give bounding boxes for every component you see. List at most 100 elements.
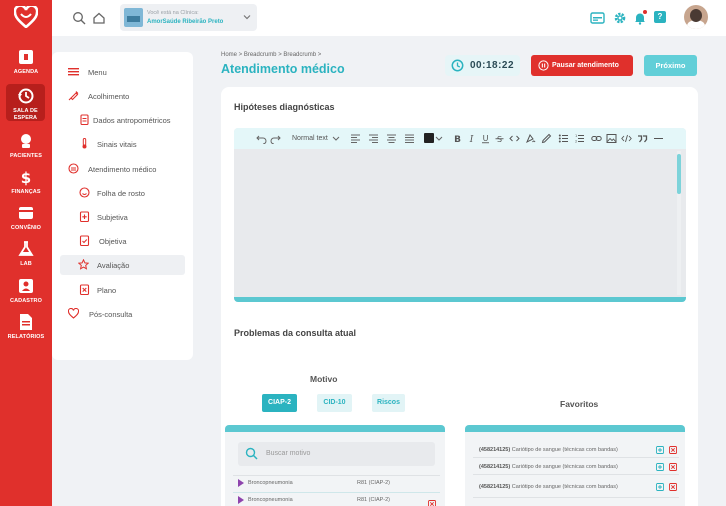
image-icon[interactable] (606, 133, 617, 144)
pause-icon (538, 60, 549, 71)
italic-icon[interactable]: I (466, 133, 477, 144)
editor-scroll-thumb[interactable] (677, 154, 681, 194)
align-right-icon[interactable] (368, 133, 379, 144)
list-item[interactable]: (458214125) Cariótipo de sangue (técnica… (473, 441, 679, 458)
sidemenu-item-label: Acolhimento (88, 92, 130, 101)
tab-cid-10[interactable]: CID-10 (317, 394, 352, 412)
timer-value: 00:18:22 (470, 60, 515, 71)
undo-icon[interactable] (256, 133, 267, 144)
pause-attendance-button[interactable]: Pausar atendimento (531, 55, 633, 76)
sidemenu-item-acolhimento[interactable]: Acolhimento (52, 86, 193, 106)
align-left-icon[interactable] (350, 133, 361, 144)
tab-ciap-2[interactable]: CIAP-2 (262, 394, 297, 412)
rich-text-editor[interactable]: Normal text B I U S 12 (234, 128, 686, 302)
gear-icon[interactable] (613, 11, 627, 25)
align-center-icon[interactable] (386, 133, 397, 144)
list-item[interactable]: Broncopneumonia R81 (CIAP-2) (233, 492, 440, 506)
favorite-name: Cariótipo de sangue (técnicas com bandas… (511, 484, 618, 490)
pen-icon[interactable] (541, 133, 552, 144)
help-button[interactable]: ? (654, 11, 666, 23)
next-button[interactable]: Próximo (644, 55, 697, 76)
quote-icon[interactable] (637, 133, 648, 144)
chevron-down-icon (332, 136, 340, 141)
list-item[interactable]: Broncopneumonia R81 (CIAP-2) (233, 475, 440, 492)
sidemenu-item-menu[interactable]: Menu (52, 62, 193, 82)
sidemenu-item-objetiva[interactable]: Objetiva (52, 231, 193, 251)
motivo-label: Motivo (310, 374, 338, 384)
thermometer-icon (82, 138, 87, 149)
highlight-icon[interactable] (525, 133, 536, 144)
rail-item-label: FINANÇAS (11, 189, 41, 195)
svg-text:S: S (497, 135, 502, 144)
avatar[interactable] (684, 5, 708, 29)
bold-icon[interactable]: B (452, 133, 463, 144)
clipboard-check-icon (79, 235, 90, 246)
favorites-label: Favoritos (560, 399, 599, 409)
remove-icon[interactable] (428, 500, 436, 506)
side-menu: Menu Acolhimento Dados antropométricos S… (52, 52, 193, 360)
numbered-list-icon[interactable]: 12 (574, 133, 585, 144)
card-id-icon[interactable] (590, 11, 605, 25)
underline-icon[interactable]: U (480, 133, 491, 144)
rail-item-pacientes[interactable]: PACIENTES (0, 132, 52, 160)
rail-item-label: AGENDA (13, 69, 39, 75)
motivo-code: R81 (CIAP-2) (357, 480, 391, 486)
home-icon[interactable] (92, 11, 106, 25)
search-motivo-field[interactable]: Buscar motivo (238, 442, 435, 466)
rail-item-relatorios[interactable]: RELATÓRIOS (0, 313, 52, 341)
chevron-down-icon (243, 15, 251, 20)
remove-icon[interactable] (669, 463, 677, 471)
favorite-text: (458214125) Cariótipo de sangue (técnica… (479, 447, 618, 453)
person-card-icon (19, 279, 33, 293)
motivo-code: R81 (CIAP-2) (357, 497, 391, 503)
sidemenu-item-dados-antropometricos[interactable]: Dados antropométricos (52, 110, 193, 130)
heart-logo[interactable] (14, 6, 38, 28)
text-color-swatch[interactable] (424, 133, 434, 143)
tab-riscos[interactable]: Riscos (372, 394, 405, 412)
list-item[interactable]: (458214125) Cariótipo de sangue (técnica… (473, 478, 679, 498)
sidemenu-item-label: Objetiva (99, 237, 127, 246)
rail-item-label: CONVÊNIO (10, 225, 42, 231)
rail-item-lab[interactable]: LAB (0, 240, 52, 268)
rail-item-agenda[interactable]: AGENDA (0, 48, 52, 76)
sidemenu-item-label: Pós-consulta (89, 310, 133, 319)
flask-icon (18, 241, 34, 256)
search-icon[interactable] (72, 11, 86, 25)
sidemenu-item-sinais-vitais[interactable]: Sinais vitais (52, 134, 193, 154)
code-icon[interactable] (509, 133, 520, 144)
align-justify-icon[interactable] (404, 133, 415, 144)
rail-item-convenio[interactable]: CONVÊNIO (0, 204, 52, 232)
motivo-panel: Buscar motivo Broncopneumonia R81 (CIAP-… (225, 425, 445, 506)
sidemenu-item-plano[interactable]: Plano (52, 280, 193, 300)
search-placeholder: Buscar motivo (266, 450, 311, 457)
add-icon[interactable] (656, 483, 664, 491)
text-style-select[interactable]: Normal text (292, 135, 328, 142)
sidemenu-item-subjetiva[interactable]: Subjetiva (52, 207, 193, 227)
rail-item-financas[interactable]: $ FINANÇAS (0, 168, 52, 196)
breadcrumb[interactable]: Home > Breadcrumb > Breadcrumb > (221, 52, 321, 58)
clinic-selector[interactable]: Você está na Clínica: AmorSaúde Ribeirão… (120, 4, 257, 31)
rail-item-cadastro[interactable]: CADASTRO (0, 277, 52, 305)
bullet-list-icon[interactable] (558, 133, 569, 144)
hypotheses-title: Hipóteses diagnósticas (234, 102, 335, 112)
motivo-name: Broncopneumonia (248, 480, 293, 486)
link-icon[interactable] (591, 133, 602, 144)
list-item[interactable]: (458214125) Cariótipo de sangue (técnica… (473, 458, 679, 475)
dollar-icon: $ (21, 169, 31, 186)
code-block-icon[interactable] (621, 133, 632, 144)
remove-icon[interactable] (669, 483, 677, 491)
sidemenu-item-label: Sinais vitais (97, 140, 137, 149)
add-icon[interactable] (656, 463, 664, 471)
sidemenu-item-pos-consulta[interactable]: Pós-consulta (52, 304, 193, 324)
sidemenu-item-avaliacao[interactable]: Avaliação (60, 255, 185, 275)
remove-icon[interactable] (669, 446, 677, 454)
strikethrough-icon[interactable]: S (494, 133, 505, 144)
clinic-thumbnail (124, 8, 143, 27)
rail-item-sala-de-espera[interactable]: SALA DE ESPERA (6, 84, 45, 121)
sidemenu-item-atendimento-medico[interactable]: Atendimento médico (52, 159, 193, 179)
add-icon[interactable] (656, 446, 664, 454)
sidemenu-item-folha-de-rosto[interactable]: Folha de rosto (52, 183, 193, 203)
horizontal-rule-icon[interactable] (653, 133, 664, 144)
clock-icon (451, 59, 464, 72)
redo-icon[interactable] (270, 133, 281, 144)
